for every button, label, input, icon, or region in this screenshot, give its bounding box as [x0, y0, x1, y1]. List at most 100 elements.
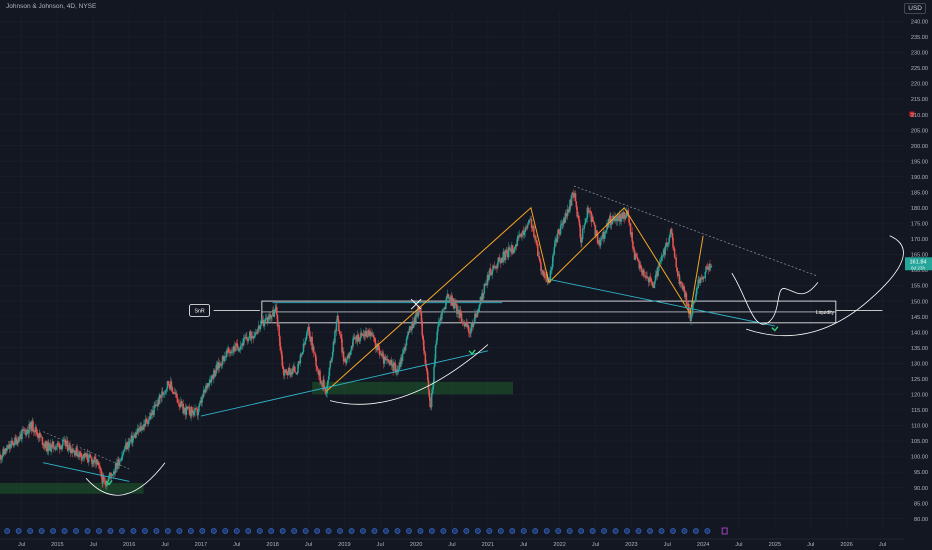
candle-body	[424, 353, 427, 364]
candle-body	[527, 223, 530, 225]
candle-body	[338, 320, 340, 332]
candle-body	[483, 283, 486, 294]
candle-body	[554, 239, 556, 248]
y-tick-label: 195.00	[911, 159, 928, 165]
candle-body	[651, 281, 653, 282]
candle-body	[124, 448, 126, 450]
candle-body	[219, 363, 221, 365]
candle-body	[535, 239, 537, 244]
candle-body	[584, 223, 586, 225]
event-marker-icon	[406, 528, 412, 534]
candle-body	[646, 276, 648, 278]
candle-body	[697, 279, 699, 289]
x-tick-label: Jul	[448, 542, 455, 548]
candle-body	[112, 474, 114, 475]
candle-body	[57, 443, 59, 444]
event-marker-icon	[578, 528, 585, 534]
candle-body	[278, 324, 280, 337]
candle-body	[88, 454, 90, 462]
candle-body	[540, 262, 542, 271]
event-marker-icon	[256, 528, 263, 534]
candle-body	[513, 248, 515, 253]
candle-body	[341, 338, 343, 353]
candle-body	[121, 456, 123, 461]
candle-body	[305, 333, 308, 339]
candle-body	[128, 440, 131, 443]
candle-body	[526, 224, 529, 229]
currency-label[interactable]: USD	[904, 3, 926, 14]
candle-body	[669, 234, 671, 238]
candle-body	[294, 366, 296, 373]
candle-body	[306, 330, 309, 334]
candle-body	[489, 268, 492, 273]
price-chart[interactable]: Liquidity SnR 80.00 85.00 90.00 95.00 100.00 1…	[0, 0, 932, 550]
candle-body	[69, 444, 71, 451]
candle-body	[89, 454, 92, 458]
candle-body	[218, 363, 221, 368]
candle-body	[1, 455, 4, 458]
candle-body	[121, 454, 124, 457]
x-tick-label: Jul	[18, 542, 25, 548]
y-tick-label: 95.00	[914, 470, 928, 476]
event-marker-icon	[371, 528, 378, 534]
event-marker-icon	[61, 528, 68, 534]
event-marker-icon	[704, 528, 711, 534]
event-marker-icon	[164, 528, 171, 534]
candle-body	[491, 270, 493, 275]
candle-body	[170, 381, 173, 387]
event-marker-icon	[233, 528, 240, 534]
candle-body	[640, 264, 642, 268]
event-marker-icon	[291, 528, 298, 534]
event-marker-icon	[50, 528, 56, 534]
candle-body	[40, 436, 43, 438]
candle-body	[420, 311, 423, 322]
candle-body	[132, 436, 135, 438]
candle-body	[323, 379, 325, 388]
candle-body	[312, 346, 315, 353]
candle-body	[553, 247, 556, 255]
candle-body	[120, 460, 122, 462]
candle-body	[315, 356, 317, 367]
y-tick-label: 200.00	[911, 144, 928, 150]
event-marker-icon	[566, 528, 573, 534]
candle-body	[519, 234, 522, 236]
candle-body	[537, 243, 539, 257]
event-marker-icon	[555, 528, 562, 534]
event-marker-icon	[635, 528, 642, 534]
candle-body	[297, 363, 299, 374]
candle-body	[478, 307, 480, 312]
candle-body	[521, 233, 523, 237]
candle-body	[478, 304, 481, 308]
candle-body	[349, 350, 352, 355]
candle-body	[694, 301, 696, 303]
candle-body	[502, 251, 504, 263]
x-tick-label: Jul	[592, 542, 599, 548]
candle-body	[99, 465, 101, 469]
candle-body	[178, 403, 181, 407]
candle-body	[473, 321, 475, 325]
candle-body	[350, 345, 353, 351]
candle-body	[524, 227, 526, 233]
candle-body	[488, 276, 490, 280]
candle-body	[671, 232, 674, 238]
candle-body	[498, 257, 501, 259]
candle-body	[123, 449, 125, 451]
candle-body	[35, 427, 37, 433]
x-tick-label: Jul	[879, 542, 886, 548]
candle-body	[412, 324, 415, 329]
candle-body	[430, 393, 433, 408]
x-tick-label: 2021	[482, 542, 494, 548]
candle-body	[36, 433, 39, 437]
candle-body	[596, 230, 598, 234]
candle-body	[492, 265, 494, 271]
event-marker-icon	[520, 528, 527, 534]
candle-body	[405, 338, 408, 346]
candle-body	[426, 367, 428, 372]
candle-body	[164, 390, 166, 394]
candle-body	[601, 237, 604, 239]
candle-body	[676, 267, 678, 272]
candle-body	[592, 216, 594, 222]
candle-body	[670, 229, 673, 233]
candle-body	[80, 452, 82, 457]
candle-body	[632, 248, 635, 250]
